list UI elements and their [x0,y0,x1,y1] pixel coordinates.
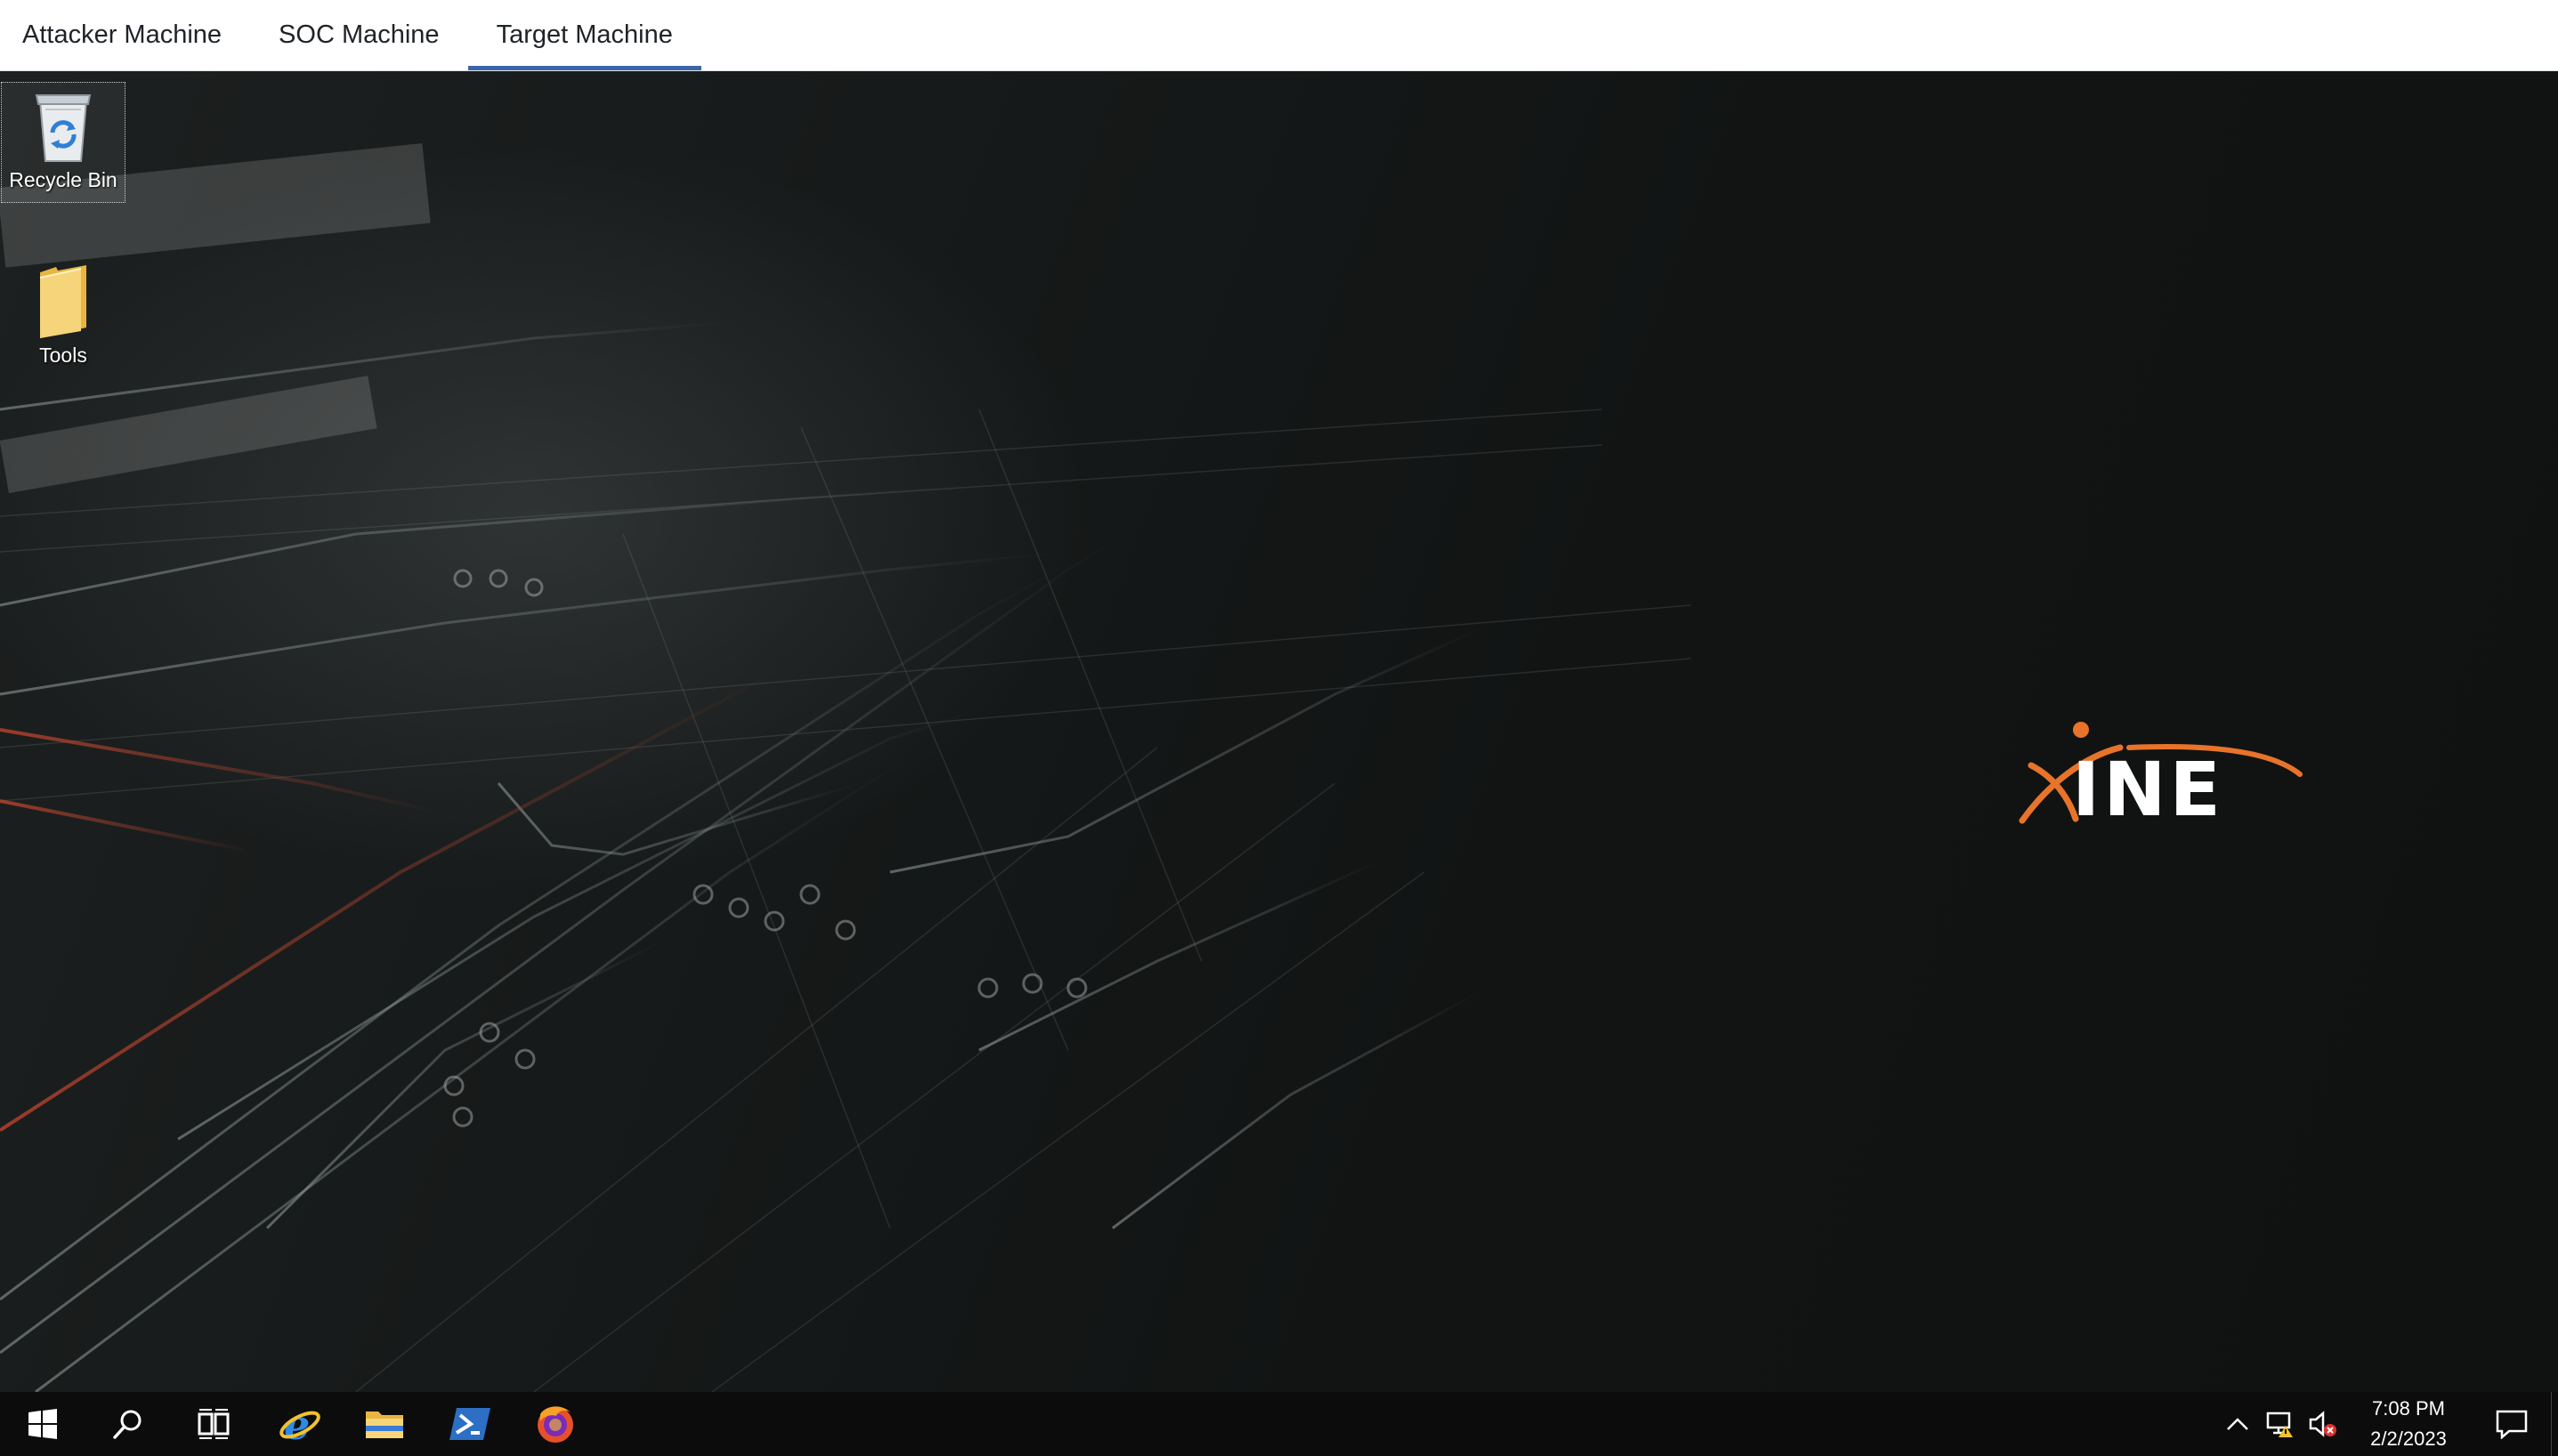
start-button[interactable] [0,1392,85,1456]
chevron-up-icon [2227,1418,2248,1430]
taskbar: e 7:08 PM 2/2/2023 [0,1392,2558,1456]
powershell-button[interactable] [427,1392,513,1456]
show-desktop-button[interactable] [2551,1392,2558,1456]
tab-target-machine[interactable]: Target Machine [467,0,702,70]
task-view-icon [198,1409,230,1439]
powershell-icon [449,1408,490,1440]
desktop-icon-tools[interactable]: Tools [1,260,125,381]
firefox-button[interactable] [513,1392,598,1456]
clock-date: 2/2/2023 [2370,1428,2447,1450]
internet-explorer-icon: e [279,1402,320,1446]
folder-icon [39,265,86,338]
system-tray: 7:08 PM 2/2/2023 [2216,1392,2558,1456]
desktop-icon-label: Tools [39,344,87,367]
desktop[interactable]: Recycle Bin Tools INE [0,71,2558,1392]
action-center-button[interactable] [2473,1392,2551,1456]
recycle-bin-icon [35,94,92,162]
action-center-icon [2496,1410,2528,1439]
desktop-icon-label: Recycle Bin [9,168,117,191]
internet-explorer-button[interactable]: e [256,1392,342,1456]
task-view-button[interactable] [171,1392,256,1456]
network-status-button[interactable] [2259,1392,2302,1456]
volume-muted-icon [2309,1411,2336,1437]
volume-button[interactable] [2302,1392,2344,1456]
machine-tab-bar: Attacker Machine SOC Machine Target Mach… [0,0,2558,71]
ine-logo-text: INE [2072,746,2224,828]
folder-icon [366,1412,403,1438]
firefox-icon [538,1406,573,1443]
show-hidden-icons-button[interactable] [2216,1392,2259,1456]
search-button[interactable] [85,1392,171,1456]
network-warning-icon [2266,1412,2293,1437]
clock-time: 7:08 PM [2372,1397,2445,1420]
windows-logo-icon [28,1409,57,1439]
file-explorer-button[interactable] [342,1392,427,1456]
search-icon [113,1410,142,1439]
desktop-icon-recycle-bin[interactable]: Recycle Bin [1,82,125,203]
ine-logo: INE [2019,722,2303,828]
taskbar-clock[interactable]: 7:08 PM 2/2/2023 [2355,1394,2462,1454]
tab-soc-machine[interactable]: SOC Machine [250,0,468,70]
tab-attacker-machine[interactable]: Attacker Machine [0,0,250,70]
